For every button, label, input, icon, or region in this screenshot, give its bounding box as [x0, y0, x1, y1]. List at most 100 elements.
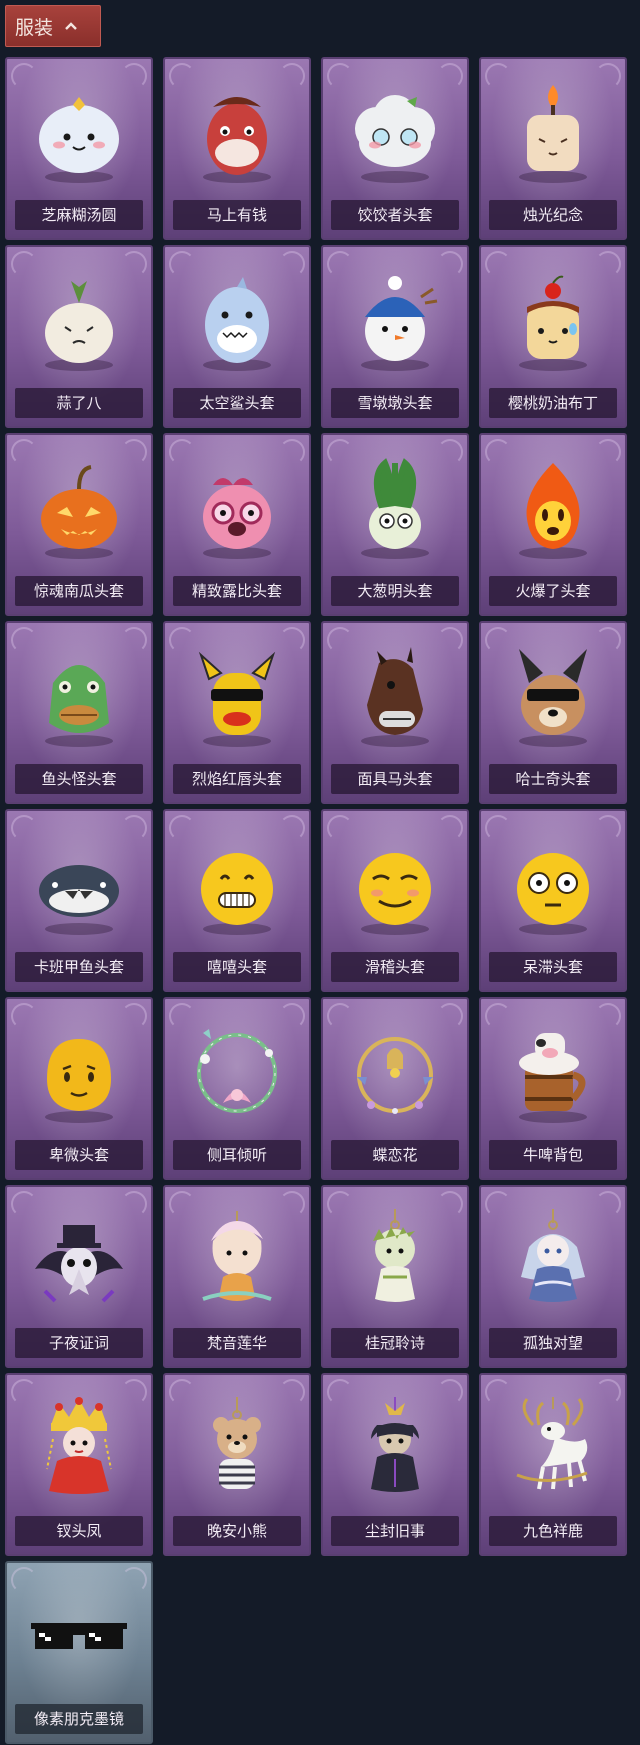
item-label: 孤独对望: [489, 1328, 617, 1358]
snowman-beanie-head-icon: [361, 276, 438, 371]
item-label: 钗头凤: [15, 1516, 143, 1546]
item-card[interactable]: 滑稽头套: [321, 809, 469, 992]
item-card[interactable]: 雪墩墩头套: [321, 245, 469, 428]
item-label: 火爆了头套: [489, 576, 617, 606]
fish-head-mask-icon: [45, 665, 113, 747]
item-card[interactable]: 尘封旧事: [321, 1373, 469, 1556]
item-card[interactable]: 烈焰红唇头套: [163, 621, 311, 804]
chevron-up-icon: [65, 22, 77, 30]
red-horse-head-icon: [203, 97, 271, 183]
item-card[interactable]: 哈士奇头套: [479, 621, 627, 804]
item-label: 滑稽头套: [331, 952, 459, 982]
crow-plague-doctor-icon: [35, 1225, 123, 1303]
item-label: 晚安小熊: [173, 1516, 301, 1546]
candle-head-icon: [519, 85, 587, 183]
outfit-tab-label: 服装: [15, 16, 54, 39]
item-card[interactable]: 桂冠聆诗: [321, 1185, 469, 1368]
pink-glasses-head-icon: [203, 478, 271, 559]
item-label: 芝麻糊汤圆: [15, 200, 143, 230]
item-label: 卑微头套: [15, 1140, 143, 1170]
white-deer-charm-icon: [516, 1397, 588, 1490]
item-label: 卡班甲鱼头套: [15, 952, 143, 982]
bear-charm-icon: [213, 1397, 261, 1489]
laurel-doll-charm-icon: [373, 1209, 415, 1302]
item-label: 尘封旧事: [331, 1516, 459, 1546]
item-label: 雪墩墩头套: [331, 388, 459, 418]
scallion-head-icon: [361, 458, 429, 559]
item-card[interactable]: 太空鲨头套: [163, 245, 311, 428]
item-card[interactable]: 饺饺者头套: [321, 57, 469, 240]
item-card[interactable]: 梵音莲华: [163, 1185, 311, 1368]
item-card[interactable]: 钗头凤: [5, 1373, 153, 1556]
item-label: 大葱明头套: [331, 576, 459, 606]
item-card[interactable]: 大葱明头套: [321, 433, 469, 616]
item-label: 像素朋克墨镜: [15, 1704, 143, 1734]
item-label: 太空鲨头套: [173, 388, 301, 418]
fireball-head-icon: [519, 463, 587, 559]
item-card[interactable]: 侧耳倾听: [163, 997, 311, 1180]
item-label: 烛光纪念: [489, 200, 617, 230]
item-card[interactable]: 呆滞头套: [479, 809, 627, 992]
lotus-girl-charm-icon: [202, 1211, 272, 1301]
item-card[interactable]: 晚安小熊: [163, 1373, 311, 1556]
pumpkin-head-icon: [41, 465, 117, 559]
dog-sunglasses-head-icon: [519, 649, 587, 747]
item-label: 蒜了八: [15, 388, 143, 418]
item-label: 惊魂南瓜头套: [15, 576, 143, 606]
dazed-emoji-head-icon: [517, 853, 589, 935]
butterfly-flower-ring-icon: [357, 1037, 433, 1114]
item-label: 牛啤背包: [489, 1140, 617, 1170]
item-label: 面具马头套: [331, 764, 459, 794]
item-card[interactable]: 像素朋克墨镜: [5, 1561, 153, 1744]
item-label: 呆滞头套: [489, 952, 617, 982]
item-card[interactable]: 子夜证词: [5, 1185, 153, 1368]
silver-doll-charm-icon: [521, 1209, 585, 1302]
item-card[interactable]: 蝶恋花: [321, 997, 469, 1180]
pixel-sunglasses-icon: [31, 1623, 127, 1649]
space-shark-head-icon: [203, 277, 271, 371]
horse-mask-icon: [361, 647, 429, 747]
dumpling-cloud-head-icon: [355, 95, 435, 183]
item-card[interactable]: 孤独对望: [479, 1185, 627, 1368]
item-label: 樱桃奶油布丁: [489, 388, 617, 418]
item-card[interactable]: 九色祥鹿: [479, 1373, 627, 1556]
item-label: 桂冠聆诗: [331, 1328, 459, 1358]
humble-emoji-head-icon: [45, 1039, 113, 1123]
item-label: 精致露比头套: [173, 576, 301, 606]
lotus-wreath-icon: [197, 1029, 277, 1113]
item-label: 子夜证词: [15, 1328, 143, 1358]
grinning-emoji-head-icon: [201, 853, 273, 935]
item-label: 烈焰红唇头套: [173, 764, 301, 794]
item-label: 饺饺者头套: [331, 200, 459, 230]
item-label: 侧耳倾听: [173, 1140, 301, 1170]
item-card[interactable]: 蒜了八: [5, 245, 153, 428]
item-label: 马上有钱: [173, 200, 301, 230]
rice-ball-mascot-icon: [39, 97, 119, 183]
item-card[interactable]: 卑微头套: [5, 997, 153, 1180]
item-card[interactable]: 卡班甲鱼头套: [5, 809, 153, 992]
item-card[interactable]: 芝麻糊汤圆: [5, 57, 153, 240]
item-label: 梵音莲华: [173, 1328, 301, 1358]
item-card[interactable]: 精致露比头套: [163, 433, 311, 616]
smirk-emoji-head-icon: [359, 853, 431, 935]
item-card[interactable]: 火爆了头套: [479, 433, 627, 616]
item-card[interactable]: 樱桃奶油布丁: [479, 245, 627, 428]
item-card[interactable]: 惊魂南瓜头套: [5, 433, 153, 616]
garlic-head-icon: [45, 281, 113, 371]
item-card[interactable]: 鱼头怪头套: [5, 621, 153, 804]
item-label: 鱼头怪头套: [15, 764, 143, 794]
item-card[interactable]: 烛光纪念: [479, 57, 627, 240]
outfit-tab[interactable]: 服装: [5, 5, 101, 47]
item-card[interactable]: 马上有钱: [163, 57, 311, 240]
dark-hair-doll-charm-icon: [371, 1397, 419, 1492]
phoenix-crown-doll-icon: [46, 1397, 112, 1494]
item-label: 九色祥鹿: [489, 1516, 617, 1546]
item-label: 嘻嘻头套: [173, 952, 301, 982]
item-card[interactable]: 牛啤背包: [479, 997, 627, 1180]
item-label: 哈士奇头套: [489, 764, 617, 794]
item-label: 蝶恋花: [331, 1140, 459, 1170]
turtle-head-icon: [39, 865, 119, 935]
item-card[interactable]: 嘻嘻头套: [163, 809, 311, 992]
item-card[interactable]: 面具马头套: [321, 621, 469, 804]
cherry-pudding-head-icon: [519, 275, 587, 371]
